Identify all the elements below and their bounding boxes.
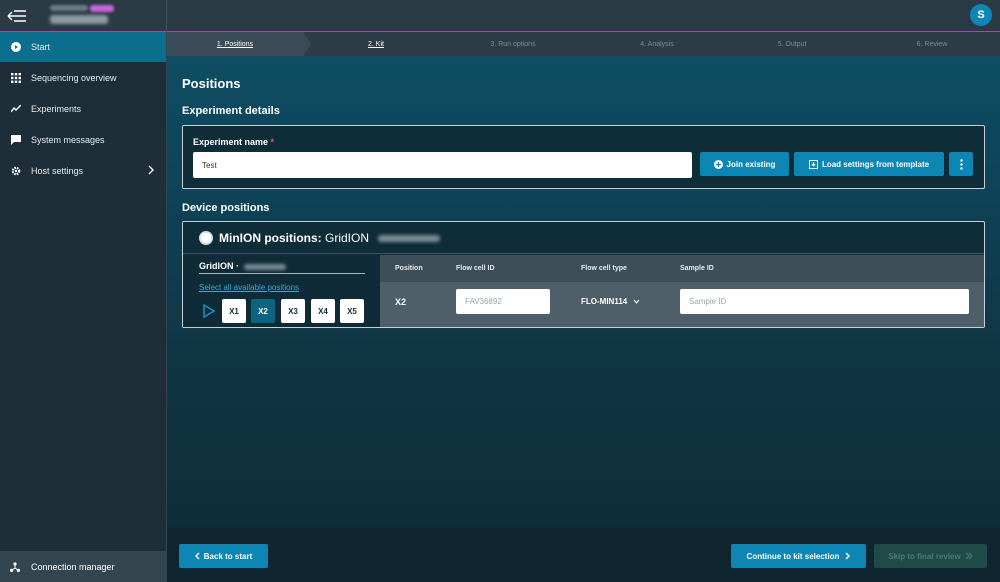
top-divider — [166, 0, 167, 32]
step-run-options: 3. Run options — [490, 40, 536, 48]
more-options-icon[interactable] — [949, 152, 973, 176]
gridion-serial-redacted — [244, 263, 286, 270]
column-header-sample-id: Sample ID — [680, 265, 714, 272]
sample-id-input[interactable]: Sample ID — [680, 289, 969, 314]
position-x3-button[interactable]: X3 — [281, 299, 305, 323]
table-header: Position Flow cell ID Flow cell type Sam… — [380, 255, 984, 282]
experiment-details-card: Experiment name * Test Join existing Loa… — [182, 125, 985, 189]
device-radio[interactable] — [199, 231, 213, 245]
gridion-label: GridION · — [199, 261, 286, 271]
step-bar: 1. Positions 2. Kit 3. Run options 4. An… — [167, 32, 1000, 56]
flow-cell-id-input[interactable]: FAV36892 — [456, 289, 550, 314]
chevron-right-icon — [845, 552, 851, 560]
host-badge-redacted — [90, 5, 114, 12]
gear-icon — [10, 166, 21, 177]
play-circle-icon — [10, 42, 21, 53]
sidebar-item-system-messages[interactable]: System messages — [0, 125, 166, 155]
load-template-button[interactable]: Load settings from template — [794, 152, 944, 176]
position-x4-button[interactable]: X4 — [311, 299, 335, 323]
sidebar-item-label: System messages — [31, 135, 105, 145]
sidebar-item-host-settings[interactable]: Host settings — [0, 156, 166, 186]
top-bar: S — [0, 0, 1000, 32]
position-selector: GridION · Select all available positions… — [183, 255, 380, 327]
upload-box-icon — [808, 159, 818, 169]
sidebar: Start Sequencing overview Experiments Sy… — [0, 32, 167, 582]
sidebar-item-sequencing-overview[interactable]: Sequencing overview — [0, 63, 166, 93]
step-review: 6. Review — [916, 40, 948, 48]
device-serial-redacted — [378, 235, 441, 243]
back-to-start-button[interactable]: Back to start — [179, 544, 268, 568]
step-positions[interactable]: 1. Positions — [167, 32, 303, 56]
chevron-right-icon — [148, 165, 154, 177]
column-header-flow-cell-id: Flow cell ID — [456, 265, 495, 272]
step-arrow — [303, 32, 311, 56]
device-card: MinION positions: GridION GridION · Sele… — [182, 221, 985, 328]
plus-circle-icon — [713, 159, 723, 169]
sidebar-item-label: Start — [31, 42, 51, 52]
continue-button[interactable]: Continue to kit selection — [731, 544, 866, 568]
connection-manager[interactable]: Connection manager — [0, 551, 166, 582]
device-positions-heading: Device positions — [182, 202, 270, 214]
step-analysis: 4. Analysis — [640, 40, 674, 48]
sidebar-item-start[interactable]: Start — [0, 32, 166, 62]
double-chevron-right-icon — [965, 552, 973, 560]
connection-manager-label: Connection manager — [31, 561, 115, 572]
sidebar-item-label: Host settings — [31, 166, 84, 176]
grid-icon — [10, 73, 21, 84]
experiment-name-input[interactable]: Test — [193, 152, 692, 178]
page-title: Positions — [182, 76, 241, 91]
select-all-link[interactable]: Select all available positions — [199, 283, 299, 292]
position-x5-button[interactable]: X5 — [340, 299, 364, 323]
divider — [199, 273, 365, 274]
flow-cell-type-select[interactable]: FLO-MIN114 — [581, 297, 640, 306]
menu-collapse-icon[interactable] — [6, 7, 28, 25]
user-avatar[interactable]: S — [970, 4, 992, 26]
step-kit[interactable]: 2. Kit — [311, 32, 441, 56]
device-header: MinION positions: GridION — [183, 222, 984, 254]
position-x1-button[interactable]: X1 — [222, 299, 246, 323]
row-position: X2 — [395, 297, 407, 307]
position-x2-button[interactable]: X2 — [251, 299, 275, 323]
experiment-details-heading: Experiment details — [182, 105, 280, 117]
skip-to-review-button[interactable]: Skip to final review — [874, 544, 987, 568]
host-name-redacted — [50, 15, 108, 24]
column-header-flow-cell-type: Flow cell type — [581, 265, 627, 272]
step-output: 5. Output — [777, 40, 807, 48]
sidebar-item-label: Experiments — [31, 104, 82, 114]
play-icon[interactable] — [203, 303, 216, 323]
host-label-redacted — [50, 5, 88, 11]
main-content: 1. Positions 2. Kit 3. Run options 4. An… — [167, 32, 1000, 582]
chevron-left-icon — [194, 552, 200, 560]
message-icon — [10, 135, 21, 146]
chart-line-icon — [10, 104, 21, 115]
footer: Back to start Continue to kit selection … — [167, 528, 1000, 582]
network-icon — [10, 561, 21, 572]
sidebar-item-label: Sequencing overview — [31, 73, 117, 83]
chevron-down-icon — [633, 299, 640, 304]
column-header-position: Position — [395, 265, 423, 272]
flow-cell-table: Position Flow cell ID Flow cell type Sam… — [380, 255, 984, 327]
device-title: MinION positions: GridION — [219, 231, 441, 245]
sidebar-item-experiments[interactable]: Experiments — [0, 94, 166, 124]
join-existing-button[interactable]: Join existing — [700, 152, 789, 176]
experiment-name-label: Experiment name * — [193, 137, 275, 147]
